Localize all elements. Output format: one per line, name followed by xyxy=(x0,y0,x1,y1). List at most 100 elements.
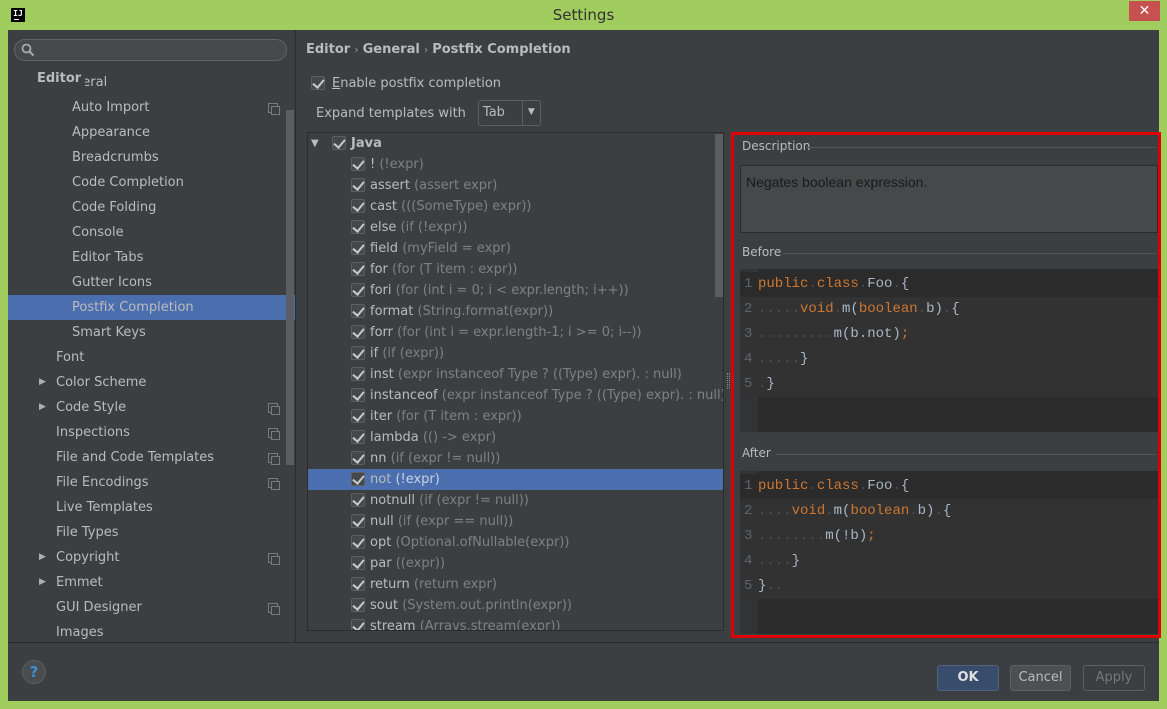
apply-button[interactable]: Apply xyxy=(1083,665,1145,691)
sidebar-scrollbar[interactable] xyxy=(286,110,294,465)
template-row-bang[interactable]: ! (!expr) xyxy=(308,154,723,175)
template-group-java[interactable]: ▼ Java xyxy=(308,133,723,154)
sidebar-item-copyright[interactable]: ▶ Copyright xyxy=(8,545,295,570)
template-row-par[interactable]: par ((expr)) xyxy=(308,553,723,574)
checkbox-checked-icon[interactable] xyxy=(351,178,365,192)
template-row-stream[interactable]: stream (Arrays.stream(expr)) xyxy=(308,616,723,630)
checkbox-checked-icon[interactable] xyxy=(351,262,365,276)
template-row-lambda[interactable]: lambda (() -> expr) xyxy=(308,427,723,448)
cancel-button[interactable]: Cancel xyxy=(1010,665,1071,691)
sidebar-item-console[interactable]: Console xyxy=(8,220,295,245)
checkbox-checked-icon[interactable] xyxy=(351,241,365,255)
template-row-fori[interactable]: fori (for (int i = 0; i < expr.length; i… xyxy=(308,280,723,301)
expand-arrow-icon[interactable]: ▶ xyxy=(39,370,46,395)
sidebar-item-color-scheme[interactable]: ▶ Color Scheme xyxy=(8,370,295,395)
template-row-field[interactable]: field (myField = expr) xyxy=(308,238,723,259)
help-button[interactable]: ? xyxy=(22,660,46,684)
sidebar-item-images[interactable]: Images xyxy=(8,620,295,642)
checkbox-checked-icon[interactable] xyxy=(311,76,325,90)
ok-button[interactable]: OK xyxy=(937,665,999,691)
sidebar-item-file-types[interactable]: File Types xyxy=(8,520,295,545)
checkbox-checked-icon[interactable] xyxy=(351,619,365,630)
sidebar-item-emmet[interactable]: ▶ Emmet xyxy=(8,570,295,595)
template-row-iter[interactable]: iter (for (T item : expr)) xyxy=(308,406,723,427)
sidebar-item-breadcrumbs[interactable]: Breadcrumbs xyxy=(8,145,295,170)
template-row-if[interactable]: if (if (expr)) xyxy=(308,343,723,364)
checkbox-checked-icon[interactable] xyxy=(351,304,365,318)
checkbox-checked-icon[interactable] xyxy=(351,346,365,360)
sidebar-item-auto-import[interactable]: Auto Import xyxy=(8,95,295,120)
template-row-forr[interactable]: forr (for (int i = expr.length-1; i >= 0… xyxy=(308,322,723,343)
template-key: else xyxy=(370,220,397,235)
checkbox-checked-icon[interactable] xyxy=(351,283,365,297)
sidebar-item-code-style[interactable]: ▶ Code Style xyxy=(8,395,295,420)
sidebar-item-label: Smart Keys xyxy=(72,325,146,340)
sidebar-item-editor-tabs[interactable]: Editor Tabs xyxy=(8,245,295,270)
checkbox-checked-icon[interactable] xyxy=(351,514,365,528)
checkbox-checked-icon[interactable] xyxy=(351,493,365,507)
template-row-notnull[interactable]: notnull (if (expr != null)) xyxy=(308,490,723,511)
sidebar-item-font[interactable]: Font xyxy=(8,345,295,370)
close-button[interactable]: ✕ xyxy=(1129,1,1160,21)
checkbox-checked-icon[interactable] xyxy=(351,430,365,444)
checkbox-checked-icon[interactable] xyxy=(351,451,365,465)
project-scope-icon xyxy=(268,453,280,465)
sidebar-item-file-encodings[interactable]: File Encodings xyxy=(8,470,295,495)
line-number: 5 xyxy=(744,578,753,594)
sidebar-item-live-templates[interactable]: Live Templates xyxy=(8,495,295,520)
checkbox-checked-icon[interactable] xyxy=(351,388,365,402)
settings-search-input[interactable] xyxy=(39,42,279,58)
checkbox-checked-icon[interactable] xyxy=(351,325,365,339)
template-row-for[interactable]: for (for (T item : expr)) xyxy=(308,259,723,280)
checkbox-checked-icon[interactable] xyxy=(351,157,365,171)
sidebar-item-smart-keys[interactable]: Smart Keys xyxy=(8,320,295,345)
template-row-assert[interactable]: assert (assert expr) xyxy=(308,175,723,196)
checkbox-checked-icon[interactable] xyxy=(351,367,365,381)
enable-postfix-checkbox[interactable]: Enable postfix completion xyxy=(311,74,501,92)
template-row-opt[interactable]: opt (Optional.ofNullable(expr)) xyxy=(308,532,723,553)
expand-arrow-icon[interactable]: ▶ xyxy=(39,570,46,595)
expand-templates-row: Expand templates with Tab ▼ xyxy=(316,100,541,126)
expand-arrow-icon[interactable]: ▶ xyxy=(39,395,46,420)
template-description: (if (expr)) xyxy=(382,346,445,361)
template-row-inst[interactable]: inst (expr instanceof Type ? ((Type) exp… xyxy=(308,364,723,385)
checkbox-checked-icon[interactable] xyxy=(332,136,346,150)
settings-search-box[interactable] xyxy=(14,39,287,61)
sidebar-item-file-and-code-templates[interactable]: File and Code Templates xyxy=(8,445,295,470)
sidebar-item-postfix-completion[interactable]: Postfix Completion xyxy=(8,295,295,320)
template-row-format[interactable]: format (String.format(expr)) xyxy=(308,301,723,322)
checkbox-checked-icon[interactable] xyxy=(351,409,365,423)
chevron-down-icon[interactable]: ▼ xyxy=(528,107,535,117)
code-text: public.class.Foo.{ xyxy=(758,478,910,494)
checkbox-checked-icon[interactable] xyxy=(351,577,365,591)
expand-key-dropdown[interactable]: Tab ▼ xyxy=(477,100,541,126)
template-row-sout[interactable]: sout (System.out.println(expr)) xyxy=(308,595,723,616)
checkbox-checked-icon[interactable] xyxy=(351,535,365,549)
template-row-instanceof[interactable]: instanceof (expr instanceof Type ? ((Typ… xyxy=(308,385,723,406)
sidebar-item-code-folding[interactable]: Code Folding xyxy=(8,195,295,220)
sidebar-item-appearance[interactable]: Appearance xyxy=(8,120,295,145)
sidebar-item-gutter-icons[interactable]: Gutter Icons xyxy=(8,270,295,295)
template-row-else[interactable]: else (if (!expr)) xyxy=(308,217,723,238)
checkbox-checked-icon[interactable] xyxy=(351,472,365,486)
sidebar-item-inspections[interactable]: Inspections xyxy=(8,420,295,445)
expand-arrow-icon[interactable]: ▼ xyxy=(311,133,319,154)
sidebar-item-label: Emmet xyxy=(56,575,103,590)
template-row-nn[interactable]: nn (if (expr != null)) xyxy=(308,448,723,469)
after-code-preview: 1 public.class.Foo.{2 ....void.m(boolean.b… xyxy=(740,471,1158,634)
template-row-return[interactable]: return (return expr) xyxy=(308,574,723,595)
templates-scrollbar[interactable] xyxy=(715,134,723,297)
checkbox-checked-icon[interactable] xyxy=(351,199,365,213)
splitter-handle[interactable] xyxy=(727,373,730,389)
sidebar-item-gui-designer[interactable]: GUI Designer xyxy=(8,595,295,620)
template-row-null[interactable]: null (if (expr == null)) xyxy=(308,511,723,532)
checkbox-checked-icon[interactable] xyxy=(351,220,365,234)
checkbox-checked-icon[interactable] xyxy=(351,598,365,612)
checkbox-checked-icon[interactable] xyxy=(351,556,365,570)
template-row-cast[interactable]: cast (((SomeType) expr)) xyxy=(308,196,723,217)
line-number: 5 xyxy=(744,376,753,392)
expand-arrow-icon[interactable]: ▶ xyxy=(39,545,46,570)
template-row-not[interactable]: not (!expr) xyxy=(308,469,723,490)
sidebar-item-code-completion[interactable]: Code Completion xyxy=(8,170,295,195)
template-key: nn xyxy=(370,451,387,466)
